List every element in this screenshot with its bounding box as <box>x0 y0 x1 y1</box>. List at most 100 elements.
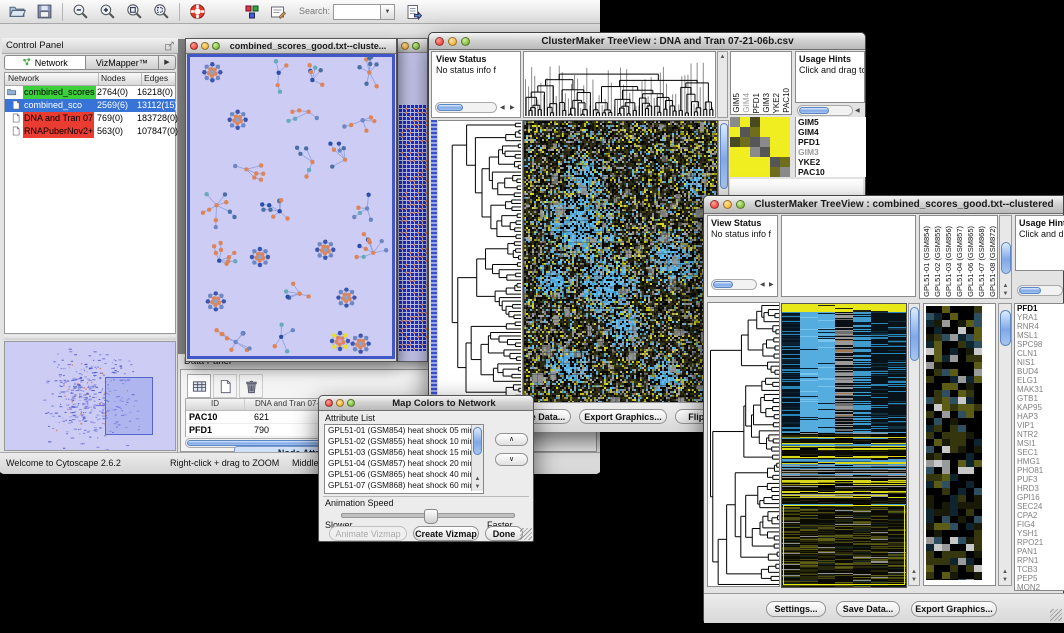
matrix-cell[interactable] <box>750 137 760 147</box>
tab-overflow-arrow[interactable]: ▶ <box>159 55 176 70</box>
matrix-cell[interactable] <box>740 147 750 157</box>
minimize-button[interactable] <box>201 42 209 50</box>
panel-splitter[interactable] <box>4 335 176 340</box>
tv2-zoom-heatmap[interactable] <box>926 306 982 580</box>
resize-grip[interactable] <box>1050 609 1062 621</box>
matrix-cell[interactable] <box>780 127 790 137</box>
network-table-row[interactable]: combined_scores2764(0)16218(0) <box>5 86 175 99</box>
matrix-cell[interactable] <box>760 157 770 167</box>
row-label[interactable]: GIM5 <box>798 117 866 127</box>
matrix-cell[interactable] <box>770 147 780 157</box>
scroll-right-arrow[interactable]: ▶ <box>769 281 774 288</box>
matrix-cell[interactable] <box>750 117 760 127</box>
network-view-titlebar[interactable]: combined_scores_good.txt--cluste... <box>186 39 396 54</box>
column-label[interactable]: GPL51-03 (GSM856) <box>943 226 954 297</box>
matrix-cell[interactable] <box>750 127 760 137</box>
matrix-cell[interactable] <box>750 147 760 157</box>
matrix-cell[interactable] <box>780 157 790 167</box>
close-button[interactable] <box>325 399 333 407</box>
matrix-cell[interactable] <box>730 157 740 167</box>
zoom-out-icon[interactable] <box>72 3 89 20</box>
attribute-list-item[interactable]: GPL51-04 (GSM857) heat shock 20 min <box>325 458 483 469</box>
tv2-heatmap[interactable] <box>781 303 907 588</box>
column-label[interactable]: GPL51-02 (GSM855) <box>932 226 943 297</box>
gene-label[interactable]: RPN1 <box>1017 556 1064 565</box>
zoom-button[interactable] <box>461 37 470 46</box>
matrix-cell[interactable] <box>730 137 740 147</box>
tv2-settings-button[interactable]: Settings... <box>766 601 826 617</box>
gene-label[interactable]: NTR2 <box>1017 430 1064 439</box>
scroll-thumb[interactable] <box>799 107 829 114</box>
matrix-cell[interactable] <box>760 117 770 127</box>
gene-label[interactable]: FIG4 <box>1017 520 1064 529</box>
scroll-down-arrow[interactable]: ▼ <box>999 577 1011 583</box>
scroll-down-arrow[interactable]: ▼ <box>909 577 919 583</box>
done-button[interactable]: Done <box>485 526 523 541</box>
matrix-cell[interactable] <box>780 167 790 177</box>
tv1-titlebar[interactable]: ClusterMaker TreeView : DNA and Tran 07-… <box>429 33 865 50</box>
tv2-export-graphics-button[interactable]: Export Graphics... <box>911 601 997 617</box>
matrix-cell[interactable] <box>740 157 750 167</box>
help-icon[interactable] <box>189 3 206 20</box>
matrix-cell[interactable] <box>740 167 750 177</box>
tv2-row-dendrogram[interactable] <box>708 303 779 586</box>
network-overview-panel[interactable] <box>4 341 176 451</box>
delete-attribute-icon[interactable] <box>239 374 263 398</box>
matrix-cell[interactable] <box>730 127 740 137</box>
zoom-in-icon[interactable] <box>99 3 116 20</box>
scroll-up-arrow[interactable]: ▲ <box>718 54 727 60</box>
column-label[interactable]: GPL51-06 (GSM865) <box>965 226 976 297</box>
gene-label[interactable]: HMG1 <box>1017 457 1064 466</box>
overview-viewport-rect[interactable] <box>105 377 153 435</box>
gene-label[interactable]: SEC1 <box>1017 448 1064 457</box>
gene-label[interactable]: TCB3 <box>1017 565 1064 574</box>
dp-col-id[interactable]: ID <box>186 399 245 410</box>
col-header-network[interactable]: Network <box>5 73 99 85</box>
tv2-heatmap-vscrollbar[interactable]: ▲ ▼ <box>908 303 920 586</box>
scroll-thumb[interactable] <box>437 104 463 111</box>
column-label[interactable]: GIM3 <box>762 93 772 113</box>
gene-label[interactable]: PFD1 <box>1017 304 1064 313</box>
tv2-collabel-scrollbar[interactable]: ▲ ▼ <box>999 215 1012 299</box>
zoom-selected-icon[interactable] <box>153 3 170 20</box>
matrix-cell[interactable] <box>740 127 750 137</box>
matrix-cell[interactable] <box>730 117 740 127</box>
network-table-row[interactable]: RNAPuberNov2+563(0)107847(0) <box>5 125 175 138</box>
scroll-left-arrow[interactable]: ◀ <box>855 107 860 114</box>
matrix-cell[interactable] <box>780 147 790 157</box>
column-label[interactable]: GPL51-01 (GSM854) <box>921 226 932 297</box>
matrix-cell[interactable] <box>770 157 780 167</box>
network-table-row[interactable]: combined_sco2569(6)13112(15) <box>5 99 175 112</box>
zoom-button[interactable] <box>412 42 420 50</box>
attribute-list-item[interactable]: GPL51-07 (GSM868) heat shock 60 min <box>325 480 483 491</box>
matrix-cell[interactable] <box>740 137 750 147</box>
import-icon[interactable] <box>406 4 422 20</box>
create-vizmap-button[interactable]: Create Vizmap <box>413 526 479 541</box>
scroll-up-arrow[interactable]: ▲ <box>1000 283 1011 289</box>
gene-label[interactable]: BUD4 <box>1017 367 1064 376</box>
gene-label[interactable]: CPA2 <box>1017 511 1064 520</box>
tv2-gene-list[interactable]: PFD1YRA1RNR4MSL1SPC98CLN1NIS1BUD4ELG1MAK… <box>1014 303 1064 591</box>
gene-label[interactable]: VIP1 <box>1017 421 1064 430</box>
attribute-list-item[interactable]: GPL51-03 (GSM856) heat shock 15 min <box>325 447 483 458</box>
tab-vizmapper[interactable]: VizMapper™ <box>86 55 159 70</box>
gene-label[interactable]: PEP5 <box>1017 574 1064 583</box>
column-label[interactable]: GPL51-07 (GSM868) <box>976 226 987 297</box>
gene-label[interactable]: PHO81 <box>1017 466 1064 475</box>
column-label[interactable]: PFD1 <box>752 93 762 113</box>
move-down-button[interactable]: ∨ <box>495 453 528 466</box>
resize-grip[interactable] <box>520 528 532 540</box>
scroll-thumb[interactable] <box>1001 242 1011 274</box>
gene-label[interactable]: SPC98 <box>1017 340 1064 349</box>
matrix-cell[interactable] <box>760 127 770 137</box>
minimize-button[interactable] <box>401 42 409 50</box>
gene-label[interactable]: PUF3 <box>1017 475 1064 484</box>
gene-label[interactable]: MAK31 <box>1017 385 1064 394</box>
gene-label[interactable]: RNR4 <box>1017 322 1064 331</box>
search-dropdown-arrow[interactable]: ▼ <box>381 4 395 20</box>
minimize-button[interactable] <box>336 399 344 407</box>
matrix-cell[interactable] <box>770 167 780 177</box>
gene-label[interactable]: MON2 <box>1017 583 1064 591</box>
tv1-mini-scrollbar[interactable]: ▲ <box>717 51 728 118</box>
network-table-row[interactable]: DNA and Tran 07769(0)183728(0) <box>5 112 175 125</box>
